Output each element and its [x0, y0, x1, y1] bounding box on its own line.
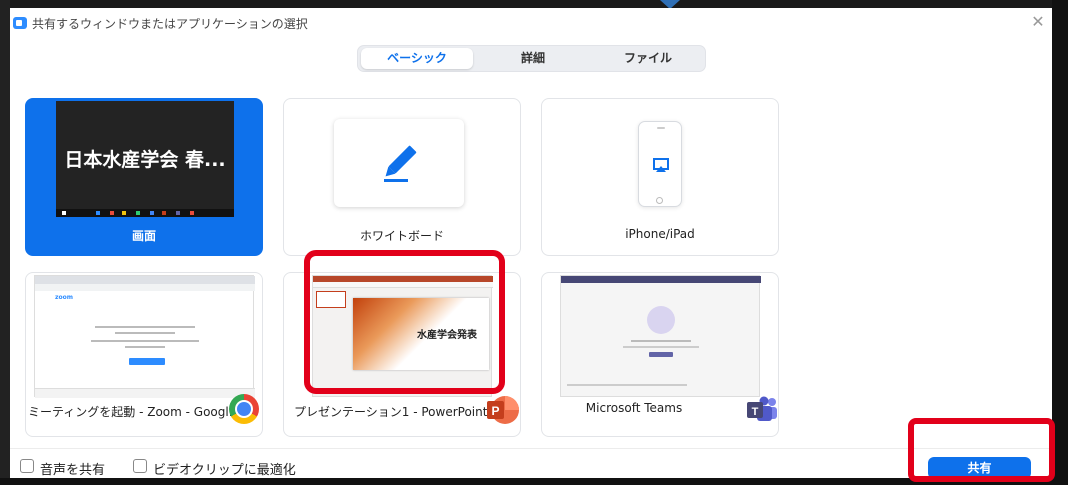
tab-advanced[interactable]: 詳細: [478, 48, 588, 69]
desktop-background-bottom: [0, 478, 1068, 485]
tile-label-chrome-zoom: ミーティングを起動 - Zoom - Googl...: [28, 405, 241, 419]
iphone-airplay-icon: [638, 121, 682, 207]
share-tile-chrome-zoom[interactable]: zoom ミーティングを起動 - Zoom - Googl...: [25, 272, 263, 437]
chrome-window-preview: zoom: [34, 275, 255, 398]
powerpoint-icon: P: [487, 396, 519, 424]
share-tile-whiteboard[interactable]: ホワイトボード: [283, 98, 521, 256]
share-tile-screen[interactable]: 日本水産学会 春... 画面: [25, 98, 263, 256]
slide-title: 水産学会発表: [417, 330, 477, 341]
screen-preview-text: 日本水産学会 春...: [64, 149, 226, 171]
tile-label-whiteboard: ホワイトボード: [359, 229, 444, 243]
share-window-dialog: 共有するウィンドウまたはアプリケーションの選択 ✕ ベーシック 詳細 ファイル …: [10, 8, 1052, 479]
taskbar-preview: [56, 209, 234, 217]
powerpoint-window-preview: 水産学会発表: [312, 275, 493, 397]
share-tabs: ベーシック 詳細 ファイル: [357, 45, 706, 72]
tab-files[interactable]: ファイル: [592, 48, 704, 69]
share-tile-powerpoint[interactable]: 水産学会発表 プレゼンテーション1 - PowerPoint P: [283, 272, 521, 437]
slide-preview: 水産学会発表: [353, 298, 489, 370]
tile-label-powerpoint: プレゼンテーション1 - PowerPoint: [294, 405, 488, 419]
whiteboard-card: [334, 119, 464, 207]
desktop-background: [0, 0, 10, 485]
optimize-video-checkbox[interactable]: [133, 459, 147, 473]
svg-text:T: T: [752, 406, 759, 418]
share-tile-teams[interactable]: Microsoft Teams T: [541, 272, 779, 437]
dialog-title: 共有するウィンドウまたはアプリケーションの選択: [32, 17, 308, 31]
teams-window-preview: [560, 275, 761, 397]
share-audio-label: 音声を共有: [40, 463, 106, 478]
tile-label-teams: Microsoft Teams: [585, 401, 683, 415]
chrome-icon: [229, 394, 259, 424]
optimize-video-label: ビデオクリップに最適化: [153, 463, 296, 478]
zoom-app-icon: [13, 17, 27, 29]
share-audio-checkbox[interactable]: [20, 459, 34, 473]
share-button[interactable]: 共有: [928, 457, 1031, 479]
share-tile-iphone-ipad[interactable]: iPhone/iPad: [541, 98, 779, 256]
tile-label-screen: 画面: [131, 229, 156, 243]
pencil-icon: [384, 145, 417, 182]
dialog-footer: 音声を共有 ビデオクリップに最適化 共有: [10, 448, 1052, 479]
zoom-logo-preview: zoom: [55, 294, 73, 301]
svg-text:P: P: [491, 404, 499, 418]
close-icon[interactable]: ✕: [1028, 12, 1048, 32]
desktop-background-right: [1052, 0, 1068, 485]
screen-preview: 日本水産学会 春...: [56, 101, 234, 217]
teams-icon: T: [747, 396, 777, 421]
tile-label-iphone-ipad: iPhone/iPad: [625, 227, 695, 241]
title-bar: 共有するウィンドウまたはアプリケーションの選択 ✕: [10, 8, 1052, 36]
tab-basic[interactable]: ベーシック: [361, 48, 473, 69]
screen: 共有するウィンドウまたはアプリケーションの選択 ✕ ベーシック 詳細 ファイル …: [0, 0, 1068, 485]
